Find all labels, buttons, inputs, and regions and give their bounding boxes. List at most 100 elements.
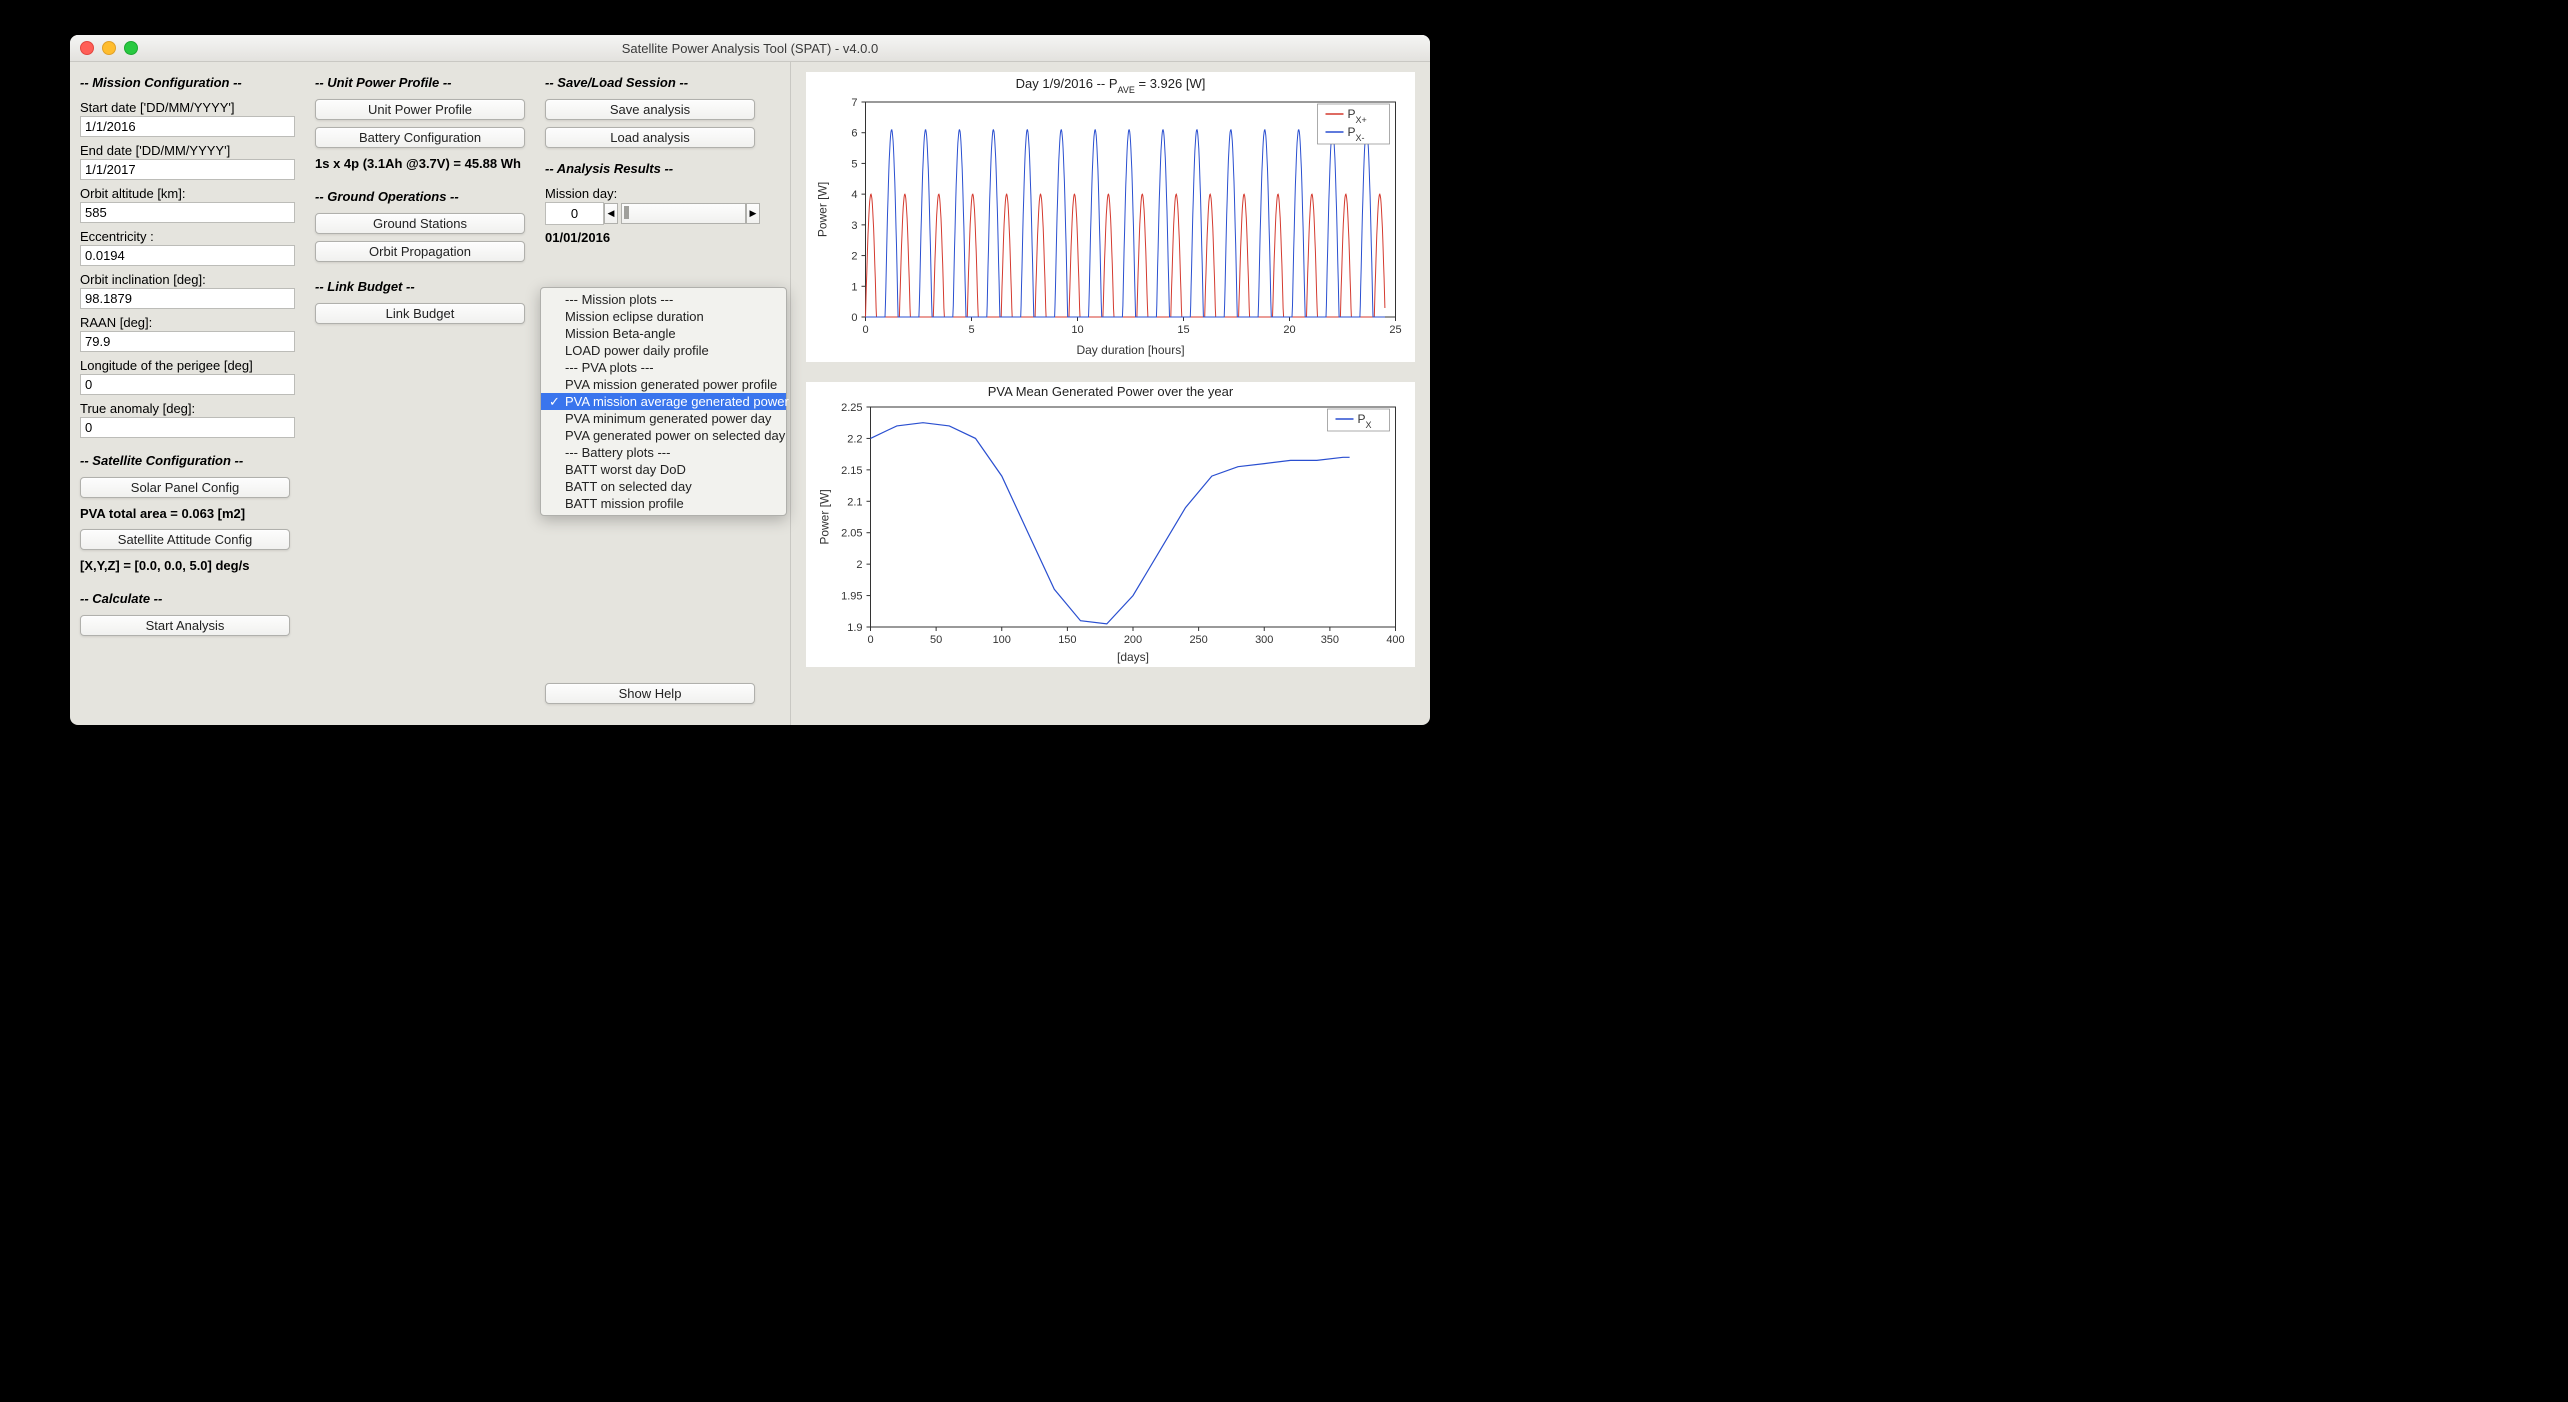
svg-text:2.2: 2.2 bbox=[847, 433, 862, 445]
svg-text:3: 3 bbox=[851, 220, 857, 232]
raan-input[interactable] bbox=[80, 331, 295, 352]
svg-text:PVA Mean Generated Power over: PVA Mean Generated Power over the year bbox=[988, 384, 1234, 399]
dropdown-item[interactable]: --- Battery plots --- bbox=[541, 444, 786, 461]
slider-thumb[interactable] bbox=[624, 206, 629, 219]
svg-text:25: 25 bbox=[1389, 324, 1401, 336]
orbit-propagation-button[interactable]: Orbit Propagation bbox=[315, 241, 525, 262]
svg-text:2: 2 bbox=[856, 559, 862, 571]
stepper-right-icon[interactable]: ▶ bbox=[746, 203, 760, 224]
svg-text:300: 300 bbox=[1255, 634, 1273, 646]
dropdown-item[interactable]: BATT on selected day bbox=[541, 478, 786, 495]
right-panel: Day 1/9/2016 -- PAVE = 3.926 [W]05101520… bbox=[791, 62, 1430, 725]
raan-label: RAAN [deg]: bbox=[80, 315, 300, 330]
mission-day-input[interactable] bbox=[545, 202, 604, 225]
svg-text:0: 0 bbox=[851, 312, 857, 324]
pva-area-text: PVA total area = 0.063 [m2] bbox=[80, 506, 300, 521]
dropdown-item[interactable]: --- Mission plots --- bbox=[541, 291, 786, 308]
dropdown-item[interactable]: PVA mission generated power profile bbox=[541, 376, 786, 393]
inc-label: Orbit inclination [deg]: bbox=[80, 272, 300, 287]
show-help-button[interactable]: Show Help bbox=[545, 683, 755, 704]
svg-text:Power [W]: Power [W] bbox=[816, 182, 830, 237]
svg-text:15: 15 bbox=[1177, 324, 1189, 336]
mission-day-label: Mission day: bbox=[545, 186, 760, 201]
attitude-config-button[interactable]: Satellite Attitude Config bbox=[80, 529, 290, 550]
plot-select-dropdown[interactable]: --- Mission plots ---Mission eclipse dur… bbox=[540, 287, 787, 516]
unit-power-profile-button[interactable]: Unit Power Profile bbox=[315, 99, 525, 120]
content-area: -- Mission Configuration -- Start date [… bbox=[70, 62, 1430, 725]
link-budget-button[interactable]: Link Budget bbox=[315, 303, 525, 324]
mission-day-stepper-row: ◀ ▶ bbox=[545, 202, 760, 225]
left-panel: -- Mission Configuration -- Start date [… bbox=[70, 62, 791, 725]
true-anomaly-label: True anomaly [deg]: bbox=[80, 401, 300, 416]
unit-power-header: -- Unit Power Profile -- bbox=[315, 75, 530, 90]
analysis-results-header: -- Analysis Results -- bbox=[545, 161, 760, 176]
dropdown-item[interactable]: --- PVA plots --- bbox=[541, 359, 786, 376]
svg-text:4: 4 bbox=[851, 189, 857, 201]
svg-text:2: 2 bbox=[851, 251, 857, 263]
lon-perigee-input[interactable] bbox=[80, 374, 295, 395]
dropdown-item[interactable]: Mission eclipse duration bbox=[541, 308, 786, 325]
dropdown-item[interactable]: PVA generated power on selected day bbox=[541, 427, 786, 444]
col-unit-power: -- Unit Power Profile -- Unit Power Prof… bbox=[315, 72, 530, 716]
svg-text:Day 1/9/2016 -- PAVE = 3.926 [: Day 1/9/2016 -- PAVE = 3.926 [W] bbox=[1016, 76, 1206, 95]
svg-text:Day duration [hours]: Day duration [hours] bbox=[1076, 343, 1184, 357]
svg-text:1.95: 1.95 bbox=[841, 591, 862, 603]
svg-text:250: 250 bbox=[1189, 634, 1207, 646]
dropdown-item[interactable]: LOAD power daily profile bbox=[541, 342, 786, 359]
solar-panel-config-button[interactable]: Solar Panel Config bbox=[80, 477, 290, 498]
svg-text:0: 0 bbox=[862, 324, 868, 336]
svg-text:2.25: 2.25 bbox=[841, 402, 862, 414]
svg-text:10: 10 bbox=[1071, 324, 1083, 336]
battery-config-button[interactable]: Battery Configuration bbox=[315, 127, 525, 148]
svg-text:200: 200 bbox=[1124, 634, 1142, 646]
col-mission: -- Mission Configuration -- Start date [… bbox=[80, 72, 300, 716]
svg-text:7: 7 bbox=[851, 97, 857, 109]
svg-text:5: 5 bbox=[968, 324, 974, 336]
ecc-label: Eccentricity : bbox=[80, 229, 300, 244]
chart-yearly-power: PVA Mean Generated Power over the year 0 5… bbox=[806, 382, 1415, 667]
app-window: Satellite Power Analysis Tool (SPAT) - v… bbox=[70, 35, 1430, 725]
save-load-header: -- Save/Load Session -- bbox=[545, 75, 760, 90]
svg-text:2.05: 2.05 bbox=[841, 528, 862, 540]
true-anomaly-input[interactable] bbox=[80, 417, 295, 438]
ecc-input[interactable] bbox=[80, 245, 295, 266]
load-analysis-button[interactable]: Load analysis bbox=[545, 127, 755, 148]
stepper-left-icon[interactable]: ◀ bbox=[604, 203, 618, 224]
svg-text:0: 0 bbox=[867, 634, 873, 646]
svg-text:[days]: [days] bbox=[1117, 650, 1149, 664]
dropdown-item[interactable]: BATT worst day DoD bbox=[541, 461, 786, 478]
mission-day-slider[interactable] bbox=[621, 203, 746, 224]
dropdown-item[interactable]: PVA mission average generated power bbox=[541, 393, 786, 410]
svg-text:350: 350 bbox=[1321, 634, 1339, 646]
ground-stations-button[interactable]: Ground Stations bbox=[315, 213, 525, 234]
attitude-value-text: [X,Y,Z] = [0.0, 0.0, 5.0] deg/s bbox=[80, 558, 300, 573]
altitude-label: Orbit altitude [km]: bbox=[80, 186, 300, 201]
battery-config-text: 1s x 4p (3.1Ah @3.7V) = 45.88 Wh bbox=[315, 156, 530, 171]
dropdown-item[interactable]: Mission Beta-angle bbox=[541, 325, 786, 342]
svg-text:6: 6 bbox=[851, 128, 857, 140]
svg-text:150: 150 bbox=[1058, 634, 1076, 646]
end-date-label: End date ['DD/MM/YYYY'] bbox=[80, 143, 300, 158]
sat-config-header: -- Satellite Configuration -- bbox=[80, 453, 300, 468]
svg-text:50: 50 bbox=[930, 634, 942, 646]
svg-text:2.15: 2.15 bbox=[841, 465, 862, 477]
svg-text:1.9: 1.9 bbox=[847, 622, 862, 634]
save-analysis-button[interactable]: Save analysis bbox=[545, 99, 755, 120]
window-title: Satellite Power Analysis Tool (SPAT) - v… bbox=[70, 41, 1430, 56]
svg-text:1: 1 bbox=[851, 281, 857, 293]
calculate-header: -- Calculate -- bbox=[80, 591, 300, 606]
dropdown-item[interactable]: PVA minimum generated power day bbox=[541, 410, 786, 427]
dropdown-item[interactable]: BATT mission profile bbox=[541, 495, 786, 512]
svg-text:2.1: 2.1 bbox=[847, 496, 862, 508]
svg-text:20: 20 bbox=[1283, 324, 1295, 336]
svg-text:Power [W]: Power [W] bbox=[818, 489, 832, 544]
end-date-input[interactable] bbox=[80, 159, 295, 180]
svg-text:100: 100 bbox=[993, 634, 1011, 646]
altitude-input[interactable] bbox=[80, 202, 295, 223]
start-date-label: Start date ['DD/MM/YYYY'] bbox=[80, 100, 300, 115]
start-date-input[interactable] bbox=[80, 116, 295, 137]
svg-text:5: 5 bbox=[851, 158, 857, 170]
start-analysis-button[interactable]: Start Analysis bbox=[80, 615, 290, 636]
titlebar: Satellite Power Analysis Tool (SPAT) - v… bbox=[70, 35, 1430, 62]
inc-input[interactable] bbox=[80, 288, 295, 309]
